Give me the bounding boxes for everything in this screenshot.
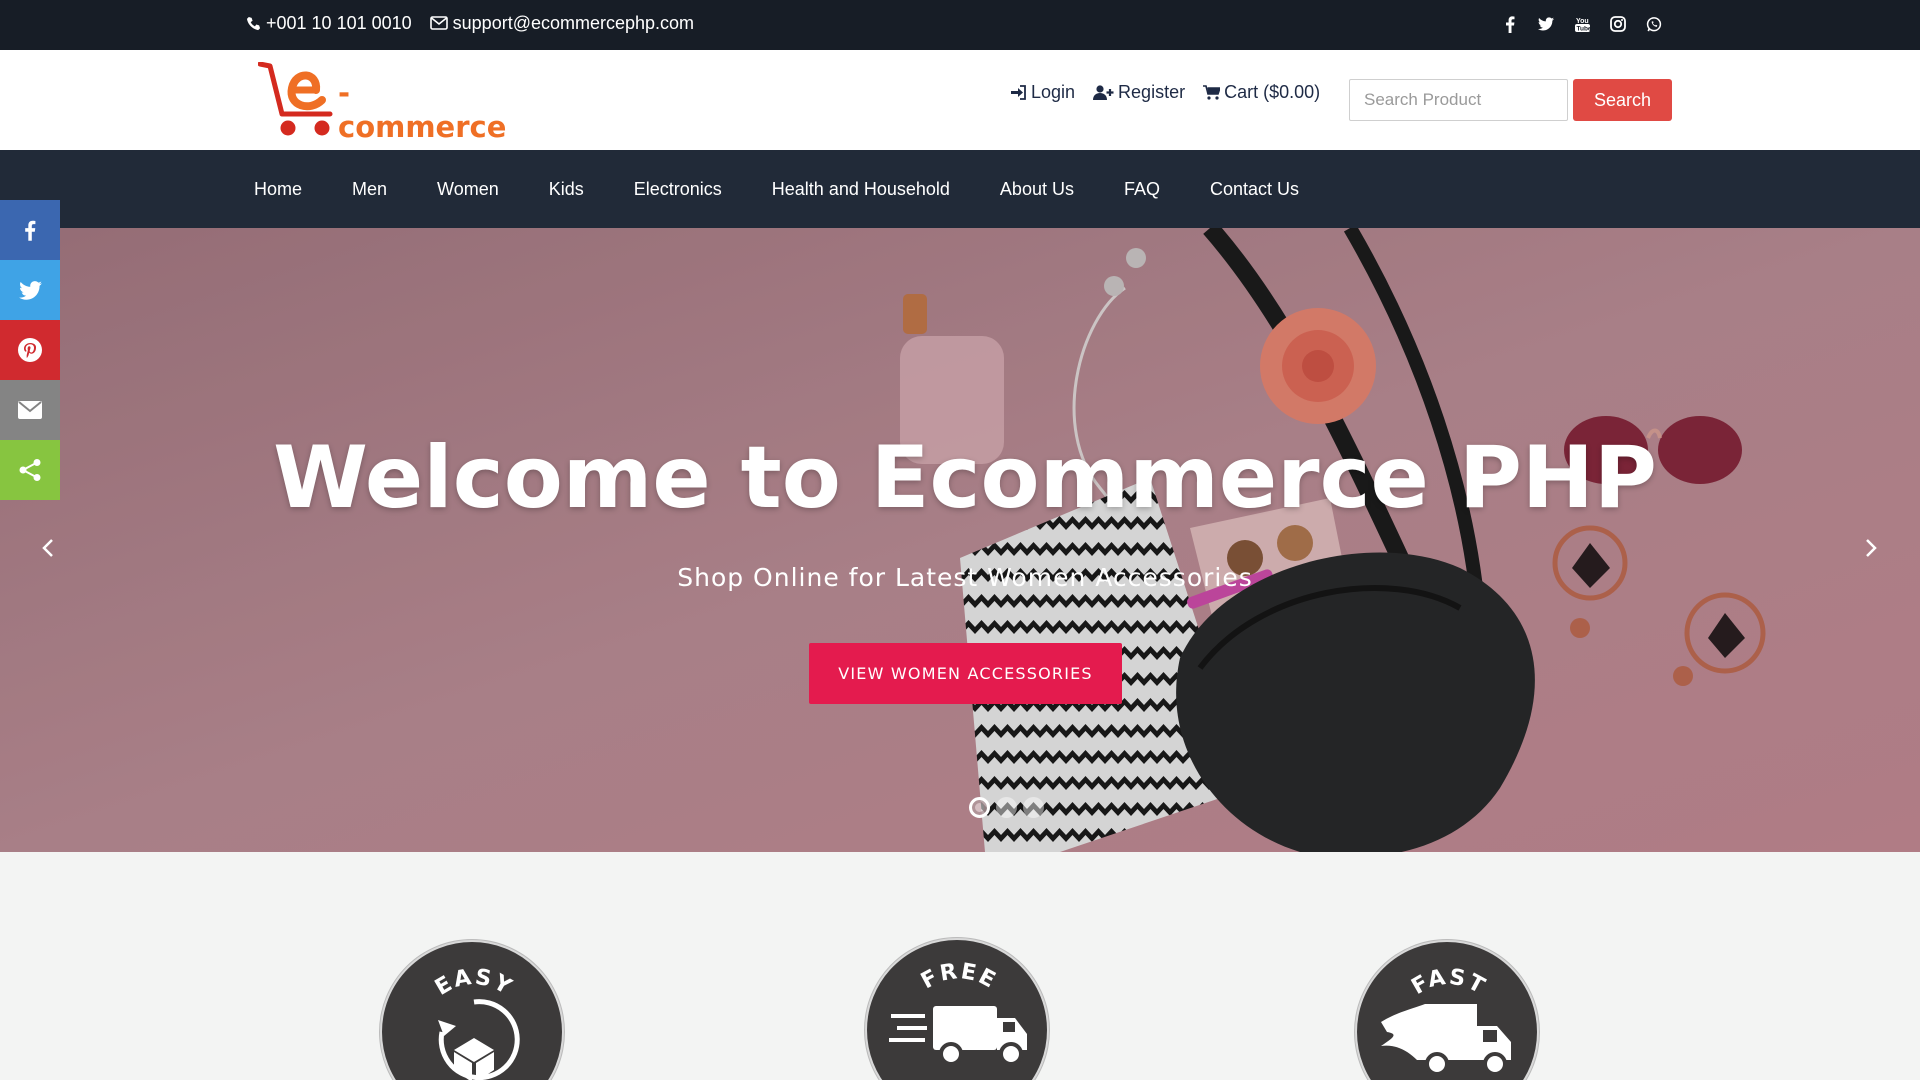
instagram-icon[interactable] <box>1610 16 1626 32</box>
youtube-icon[interactable]: You Tube <box>1574 16 1590 32</box>
envelope-icon <box>429 16 448 30</box>
pinterest-icon <box>18 338 42 362</box>
phone-icon <box>246 16 261 30</box>
nav-item-faq[interactable]: FAQ <box>1124 179 1160 200</box>
facebook-icon <box>25 220 36 241</box>
svg-text:FREE: FREE <box>917 959 1001 994</box>
header-links: Login Register Cart ($0.00) <box>1010 82 1320 103</box>
chevron-right-icon <box>1866 539 1877 557</box>
share-icon <box>19 459 41 481</box>
logo-text: -commerce <box>338 76 507 144</box>
share-twitter-button[interactable] <box>0 260 60 320</box>
fast-delivery-badge: FAST <box>1355 940 1539 1080</box>
site-header: -commerce Login Register Cart ($0.00) Se… <box>0 50 1920 150</box>
hero-title: Welcome to Ecommerce PHP <box>273 428 1657 528</box>
svg-text:Tube: Tube <box>1576 25 1590 32</box>
free-shipping-badge: FREE <box>865 938 1049 1080</box>
free-badge-text: FREE <box>917 959 999 994</box>
slider-next-arrow[interactable] <box>1856 533 1886 563</box>
whatsapp-icon[interactable] <box>1646 16 1662 32</box>
share-facebook-button[interactable] <box>0 200 60 260</box>
user-plus-icon <box>1093 85 1114 100</box>
site-logo[interactable]: -commerce <box>257 61 506 144</box>
slider-dot-2[interactable] <box>996 797 1017 818</box>
email-contact[interactable]: support@ecommercephp.com <box>429 12 695 34</box>
share-pinterest-button[interactable] <box>0 320 60 380</box>
email-address: support@ecommercephp.com <box>452 12 695 33</box>
hero-background-image <box>0 228 1920 852</box>
delivery-truck-icon <box>889 1006 1027 1066</box>
nav-item-kids[interactable]: Kids <box>549 179 584 200</box>
register-label: Register <box>1118 82 1186 102</box>
nav-item-men[interactable]: Men <box>352 179 387 200</box>
cart-icon <box>1203 85 1221 100</box>
cart-label: Cart ($0.00) <box>1224 82 1321 102</box>
facebook-icon[interactable] <box>1502 15 1518 33</box>
social-share-bar <box>0 200 60 500</box>
slider-dot-1[interactable] <box>969 797 990 818</box>
phone-contact[interactable]: +001 10 101 0010 <box>246 13 412 34</box>
twitter-icon <box>18 280 42 300</box>
share-email-button[interactable] <box>0 380 60 440</box>
email-icon <box>18 401 42 419</box>
top-bar: +001 10 101 0010 support@ecommercephp.co… <box>0 0 1920 50</box>
search-button[interactable]: Search <box>1573 79 1672 121</box>
main-nav: Home Men Women Kids Electronics Health a… <box>0 150 1920 228</box>
nav-item-about-us[interactable]: About Us <box>1000 179 1074 200</box>
cart-link[interactable]: Cart ($0.00) <box>1203 82 1320 103</box>
fast-badge-text: FAST <box>1407 965 1488 1000</box>
nav-item-health-household[interactable]: Health and Household <box>772 179 950 200</box>
register-link[interactable]: Register <box>1093 82 1185 103</box>
chevron-left-icon <box>42 539 53 557</box>
social-links: You Tube <box>1502 0 1662 48</box>
features-section: EASY FREE FAST <box>0 852 1920 1080</box>
nav-item-home[interactable]: Home <box>254 179 302 200</box>
nav-item-electronics[interactable]: Electronics <box>634 179 722 200</box>
login-link[interactable]: Login <box>1010 82 1075 103</box>
nav-item-contact-us[interactable]: Contact Us <box>1210 179 1299 200</box>
slider-prev-arrow[interactable] <box>33 533 63 563</box>
twitter-icon[interactable] <box>1538 16 1554 32</box>
svg-text:You: You <box>1576 18 1589 25</box>
slider-dots <box>969 797 1044 818</box>
easy-returns-badge: EASY <box>380 940 564 1080</box>
login-label: Login <box>1031 82 1076 102</box>
fast-truck-icon <box>1381 1004 1511 1076</box>
contact-info: +001 10 101 0010 support@ecommercephp.co… <box>246 0 694 46</box>
hero-slider: Welcome to Ecommerce PHP Shop Online for… <box>0 228 1920 852</box>
slider-dot-3[interactable] <box>1023 797 1044 818</box>
nav-item-women[interactable]: Women <box>437 179 499 200</box>
svg-text:FAST: FAST <box>1407 965 1490 1000</box>
easy-badge-text: EASY <box>431 965 515 1001</box>
phone-number: +001 10 101 0010 <box>266 12 412 33</box>
svg-text:EASY: EASY <box>431 965 517 1001</box>
view-women-accessories-button[interactable]: VIEW WOMEN ACCESSORIES <box>809 643 1122 704</box>
search-input[interactable] <box>1349 79 1568 121</box>
sign-in-icon <box>1011 85 1026 100</box>
share-more-button[interactable] <box>0 440 60 500</box>
hero-subtitle: Shop Online for Latest Women Accessories <box>677 563 1253 592</box>
